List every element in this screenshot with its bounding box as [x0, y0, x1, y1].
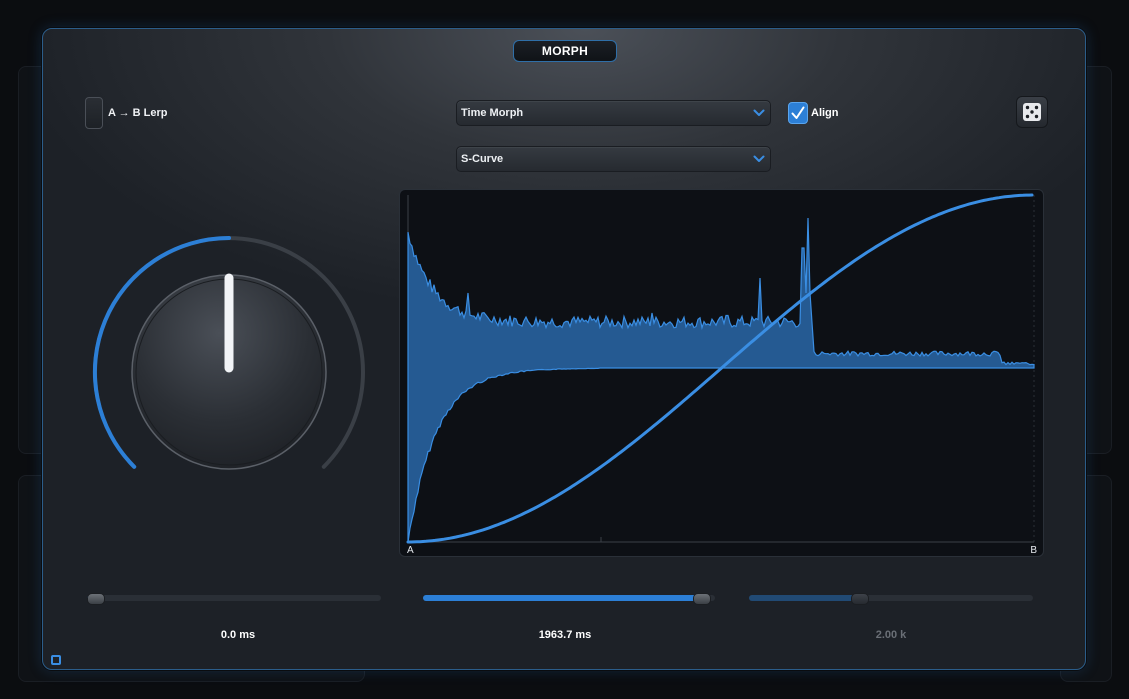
resize-corner-button[interactable]: [51, 655, 61, 665]
chevron-down-icon: [753, 155, 765, 162]
window-title: MORPH: [513, 40, 617, 62]
morph-mode-dropdown[interactable]: Time Morph: [456, 100, 771, 126]
start-time-slider[interactable]: [87, 593, 381, 605]
start-time-value: 0.0 ms: [220, 629, 256, 641]
curve-start-label: A: [407, 545, 414, 556]
slider-thumb[interactable]: [850, 593, 869, 605]
curve-type-dropdown[interactable]: S-Curve: [456, 146, 771, 172]
morph-amount-knob[interactable]: [89, 234, 365, 494]
slider-fill: [423, 595, 702, 601]
rate-slider[interactable]: [749, 593, 1033, 605]
slider-thumb[interactable]: [87, 593, 105, 605]
align-label: Align: [811, 107, 839, 119]
dice-icon: [1023, 103, 1041, 121]
chevron-down-icon: [753, 109, 765, 116]
ab-lerp-label: A → B Lerp: [108, 107, 168, 119]
morph-curve-display[interactable]: A B: [399, 189, 1044, 557]
randomize-button[interactable]: [1016, 96, 1048, 128]
waveform-curve-plot: [406, 193, 1035, 544]
duration-slider[interactable]: [423, 593, 715, 605]
morph-window: MORPH A → B Lerp Time Morph S-Curve Alig…: [42, 28, 1086, 670]
slider-thumb[interactable]: [693, 593, 712, 605]
checkmark-icon: [791, 106, 805, 119]
slider-fill: [749, 595, 859, 601]
morph-mode-value: Time Morph: [461, 107, 524, 119]
curve-type-value: S-Curve: [461, 153, 504, 165]
rate-value: 2.00 k: [875, 629, 907, 641]
curve-end-label: B: [1030, 545, 1037, 556]
align-checkbox[interactable]: [788, 102, 808, 124]
ab-lerp-toggle[interactable]: [85, 97, 103, 129]
duration-value: 1963.7 ms: [538, 629, 592, 641]
